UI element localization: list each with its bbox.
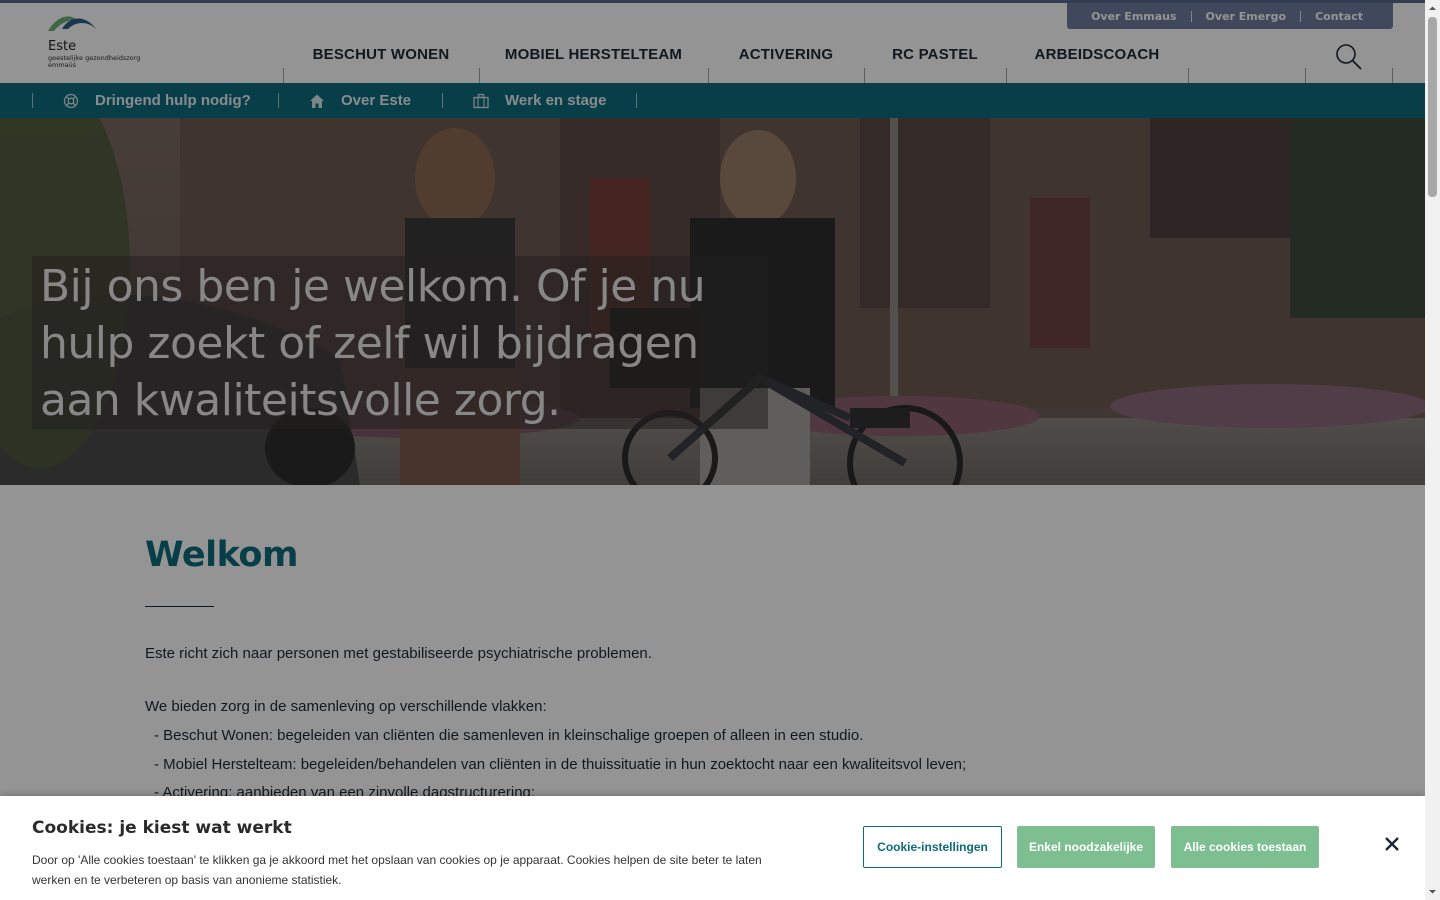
cookie-close-button[interactable] xyxy=(1383,835,1401,853)
modal-backdrop xyxy=(0,0,1425,900)
page-scrollbar[interactable] xyxy=(1425,0,1440,900)
cookie-description: Door op 'Alle cookies toestaan' te klikk… xyxy=(32,853,762,887)
accept-all-cookies-button[interactable]: Alle cookies toestaan xyxy=(1171,826,1319,868)
cookie-settings-button[interactable]: Cookie-instellingen xyxy=(863,826,1002,868)
essential-cookies-button[interactable]: Enkel noodzakelijke xyxy=(1017,826,1155,868)
scroll-up-arrow-icon[interactable] xyxy=(1428,4,1437,13)
scrollbar-thumb[interactable] xyxy=(1428,17,1437,197)
page: Este geestelijke gezondheidszorg emmaüs … xyxy=(0,0,1425,900)
close-icon xyxy=(1385,837,1399,851)
cookie-title: Cookies: je kiest wat werkt xyxy=(32,818,292,838)
scroll-down-arrow-icon[interactable] xyxy=(1428,887,1437,896)
cookie-banner: Cookies: je kiest wat werkt Door op 'All… xyxy=(0,796,1425,900)
